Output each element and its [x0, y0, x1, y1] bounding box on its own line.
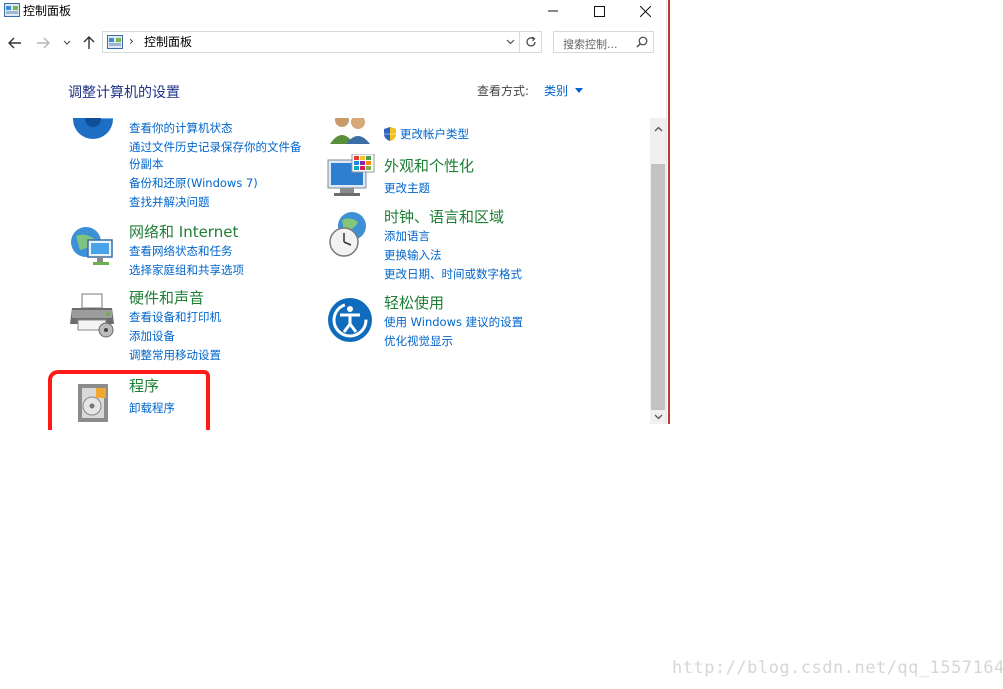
category-title-hardware[interactable]: 硬件和声音 [129, 288, 204, 308]
uac-shield-icon [384, 127, 396, 141]
link-mobility-settings[interactable]: 调整常用移动设置 [129, 347, 221, 363]
address-bar[interactable]: › 控制面板 [102, 31, 520, 53]
link-view-computer-status[interactable]: 查看你的计算机状态 [129, 120, 233, 136]
address-history-button[interactable] [503, 34, 517, 50]
control-panel-icon [107, 35, 123, 49]
control-panel-window: 控制面板 › 控制面板 搜索控制... 调整计算机的设置 查看方式: 类别 查看… [0, 0, 668, 424]
navigation-bar: › 控制面板 搜索控制... [0, 28, 666, 58]
minimize-button[interactable] [530, 0, 576, 22]
link-devices-printers[interactable]: 查看设备和打印机 [129, 309, 221, 325]
window-title: 控制面板 [23, 4, 72, 18]
link-file-history[interactable]: 通过文件历史记录保存你的文件备 [129, 139, 302, 155]
category-clock-language: 时钟、语言和区域 添加语言 更换输入法 更改日期、时间或数字格式 [326, 206, 646, 286]
category-title-ease[interactable]: 轻松使用 [384, 293, 444, 313]
category-title-appearance[interactable]: 外观和个性化 [384, 156, 474, 176]
link-add-language[interactable]: 添加语言 [384, 228, 430, 244]
maximize-button[interactable] [576, 0, 622, 22]
refresh-icon [525, 36, 536, 47]
ease-of-access-icon [328, 298, 372, 342]
link-optimize-display[interactable]: 优化视觉显示 [384, 333, 453, 349]
link-network-status[interactable]: 查看网络状态和任务 [129, 243, 233, 259]
category-title-clock[interactable]: 时钟、语言和区域 [384, 207, 504, 227]
category-appearance: 外观和个性化 更改主题 [326, 154, 626, 204]
up-button[interactable] [78, 32, 100, 54]
chevron-down-icon [63, 40, 71, 45]
view-by-dropdown[interactable]: 类别 [544, 82, 568, 99]
watermark-text: http://blog.csdn.net/qq_15571649 [672, 658, 1003, 678]
network-icon [71, 227, 113, 265]
scrollbar-thumb[interactable] [651, 164, 665, 410]
category-hardware-sound: 硬件和声音 查看设备和打印机 添加设备 调整常用移动设置 [60, 288, 330, 368]
system-security-icon [73, 118, 113, 139]
view-by-label: 查看方式: [477, 84, 530, 98]
search-placeholder[interactable]: 搜索控制... [563, 36, 618, 52]
close-icon [639, 5, 651, 17]
category-system-security: 查看你的计算机状态 通过文件历史记录保存你的文件备 份副本 备份和还原(Wind… [60, 118, 330, 218]
search-box[interactable]: 搜索控制... [553, 31, 654, 53]
title-bar: 控制面板 [0, 0, 666, 22]
chevron-down-icon [654, 414, 662, 420]
link-troubleshoot[interactable]: 查找并解决问题 [129, 194, 210, 210]
clock-globe-icon [329, 212, 366, 257]
link-windows-recommended[interactable]: 使用 Windows 建议的设置 [384, 314, 523, 330]
appearance-icon [327, 154, 375, 196]
vertical-scrollbar[interactable] [650, 118, 666, 424]
dropdown-caret-icon[interactable] [575, 88, 583, 93]
back-button[interactable] [4, 32, 26, 54]
printer-icon [70, 293, 114, 338]
scroll-up-button[interactable] [650, 122, 666, 136]
arrow-right-icon [37, 37, 50, 49]
link-add-device[interactable]: 添加设备 [129, 328, 175, 344]
chevron-up-icon [654, 126, 662, 132]
link-file-history-cont[interactable]: 份副本 [129, 156, 164, 172]
annotation-highlight-box [48, 370, 210, 430]
minimize-icon [548, 10, 558, 12]
control-panel-icon [4, 3, 20, 17]
chevron-down-icon [506, 39, 514, 45]
link-change-theme[interactable]: 更改主题 [384, 180, 430, 196]
maximize-icon [593, 5, 605, 17]
arrow-up-icon [83, 36, 95, 49]
link-homegroup-sharing[interactable]: 选择家庭组和共享选项 [129, 262, 244, 278]
scroll-down-button[interactable] [650, 410, 666, 424]
category-user-accounts: 更改帐户类型 [326, 118, 626, 148]
arrow-left-icon [8, 37, 21, 49]
link-date-time-format[interactable]: 更改日期、时间或数字格式 [384, 266, 522, 282]
page-title: 调整计算机的设置 [68, 85, 180, 101]
forward-button[interactable] [32, 32, 54, 54]
recent-locations-button[interactable] [60, 32, 74, 54]
category-network: 网络和 Internet 查看网络状态和任务 选择家庭组和共享选项 [60, 220, 330, 282]
window-border [666, 0, 667, 424]
window-border-accent [668, 0, 670, 424]
search-icon[interactable] [636, 36, 648, 48]
close-button[interactable] [622, 0, 668, 22]
link-change-input-method[interactable]: 更换输入法 [384, 247, 442, 263]
category-ease-of-access: 轻松使用 使用 Windows 建议的设置 优化视觉显示 [326, 292, 646, 352]
refresh-button[interactable] [520, 31, 542, 53]
breadcrumb-control-panel[interactable]: 控制面板 [144, 35, 192, 50]
link-change-account-type[interactable]: 更改帐户类型 [400, 126, 469, 142]
category-title-network[interactable]: 网络和 Internet [129, 222, 238, 242]
link-backup-restore[interactable]: 备份和还原(Windows 7) [129, 175, 258, 191]
breadcrumb-separator[interactable]: › [129, 34, 134, 48]
user-accounts-icon [330, 118, 370, 144]
